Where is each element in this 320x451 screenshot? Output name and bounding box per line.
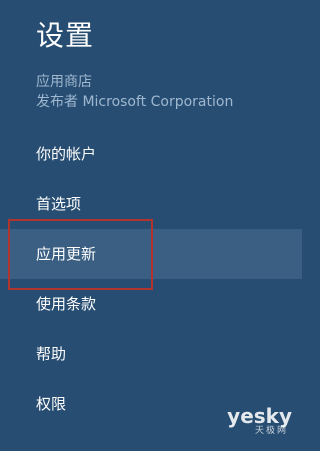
menu-item-terms-of-use[interactable]: 使用条款 [0,279,302,329]
settings-title: 设置 [36,19,95,52]
publisher-line: 发布者 Microsoft Corporation [36,94,234,110]
menu-item-app-updates[interactable]: 应用更新 [0,229,302,279]
menu-item-help[interactable]: 帮助 [0,329,302,379]
menu-item-your-account[interactable]: 你的帐户 [0,129,302,179]
settings-panel: 设置 应用商店 发布者 Microsoft Corporation 你的帐户 首… [0,0,302,451]
menu-item-permissions[interactable]: 权限 [0,379,302,429]
menu-item-preferences[interactable]: 首选项 [0,179,302,229]
app-name: 应用商店 [36,74,92,90]
